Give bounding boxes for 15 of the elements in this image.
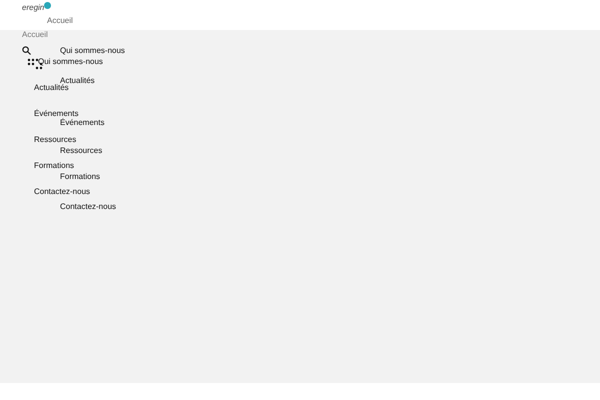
menu-link[interactable]: Contactez-nous [34, 187, 90, 196]
menu-link[interactable]: Qui sommes-nous [60, 46, 125, 55]
menu-link[interactable]: Formations [60, 172, 100, 181]
menu-link[interactable]: Accueil [47, 16, 73, 25]
menu-link[interactable]: Ressources [34, 135, 76, 144]
menu-link[interactable]: Actualités [60, 76, 95, 85]
menu-link[interactable]: Événements [60, 118, 104, 127]
menu-link[interactable]: Actualités [34, 83, 69, 92]
menu-link[interactable]: Accueil [22, 30, 48, 39]
menu-link[interactable]: Contactez-nous [60, 202, 116, 211]
search-icon[interactable] [22, 46, 31, 55]
menu-link[interactable]: Ressources [60, 146, 102, 155]
logo[interactable]: eregin [22, 2, 52, 14]
menu-link[interactable]: Formations [34, 161, 74, 170]
menu-link[interactable]: Événements [34, 109, 78, 118]
